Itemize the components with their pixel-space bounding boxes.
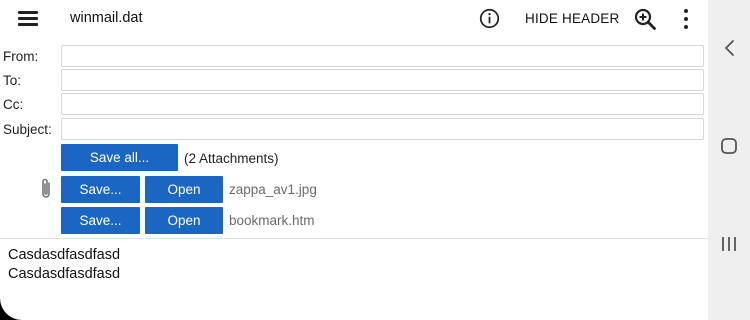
app-screen: winmail.dat HIDE HEADER From: To: Cc: Su… xyxy=(0,0,708,320)
subject-label: Subject: xyxy=(3,122,52,137)
app-bar: winmail.dat HIDE HEADER xyxy=(0,0,708,38)
home-icon[interactable] xyxy=(708,136,750,156)
zoom-in-icon[interactable] xyxy=(633,7,657,31)
open-attachment-button[interactable]: Open xyxy=(145,176,223,203)
cc-label: Cc: xyxy=(3,97,24,112)
attachment-file-name: bookmark.htm xyxy=(229,213,315,228)
hide-header-button[interactable]: HIDE HEADER xyxy=(525,11,619,26)
from-field[interactable] xyxy=(61,45,704,67)
to-label: To: xyxy=(3,73,22,88)
save-all-button[interactable]: Save all... xyxy=(61,144,178,171)
hamburger-menu-icon[interactable] xyxy=(18,11,38,27)
cc-field[interactable] xyxy=(61,93,704,115)
body-line: Casdasdfasdfasd xyxy=(8,247,121,263)
info-icon[interactable] xyxy=(479,8,500,29)
open-attachment-button[interactable]: Open xyxy=(145,207,223,234)
more-vert-icon[interactable] xyxy=(680,9,692,29)
recent-apps-icon[interactable] xyxy=(708,234,750,254)
attachment-file-name: zappa_av1.jpg xyxy=(229,182,317,197)
body-line: Casdasdfasdfasd xyxy=(8,266,121,282)
divider xyxy=(0,238,708,239)
to-field[interactable] xyxy=(61,69,704,91)
save-attachment-button[interactable]: Save... xyxy=(61,207,140,234)
paperclip-icon xyxy=(42,178,50,198)
system-navigation-bar xyxy=(708,0,750,320)
message-body: Casdasdfasdfasd Casdasdfasdfasd xyxy=(8,246,120,284)
save-attachment-button[interactable]: Save... xyxy=(61,176,140,203)
from-label: From: xyxy=(3,49,39,64)
attachment-count: (2 Attachments) xyxy=(184,151,279,166)
subject-field[interactable] xyxy=(61,118,704,140)
app-title: winmail.dat xyxy=(70,10,143,26)
back-icon[interactable] xyxy=(708,38,750,58)
